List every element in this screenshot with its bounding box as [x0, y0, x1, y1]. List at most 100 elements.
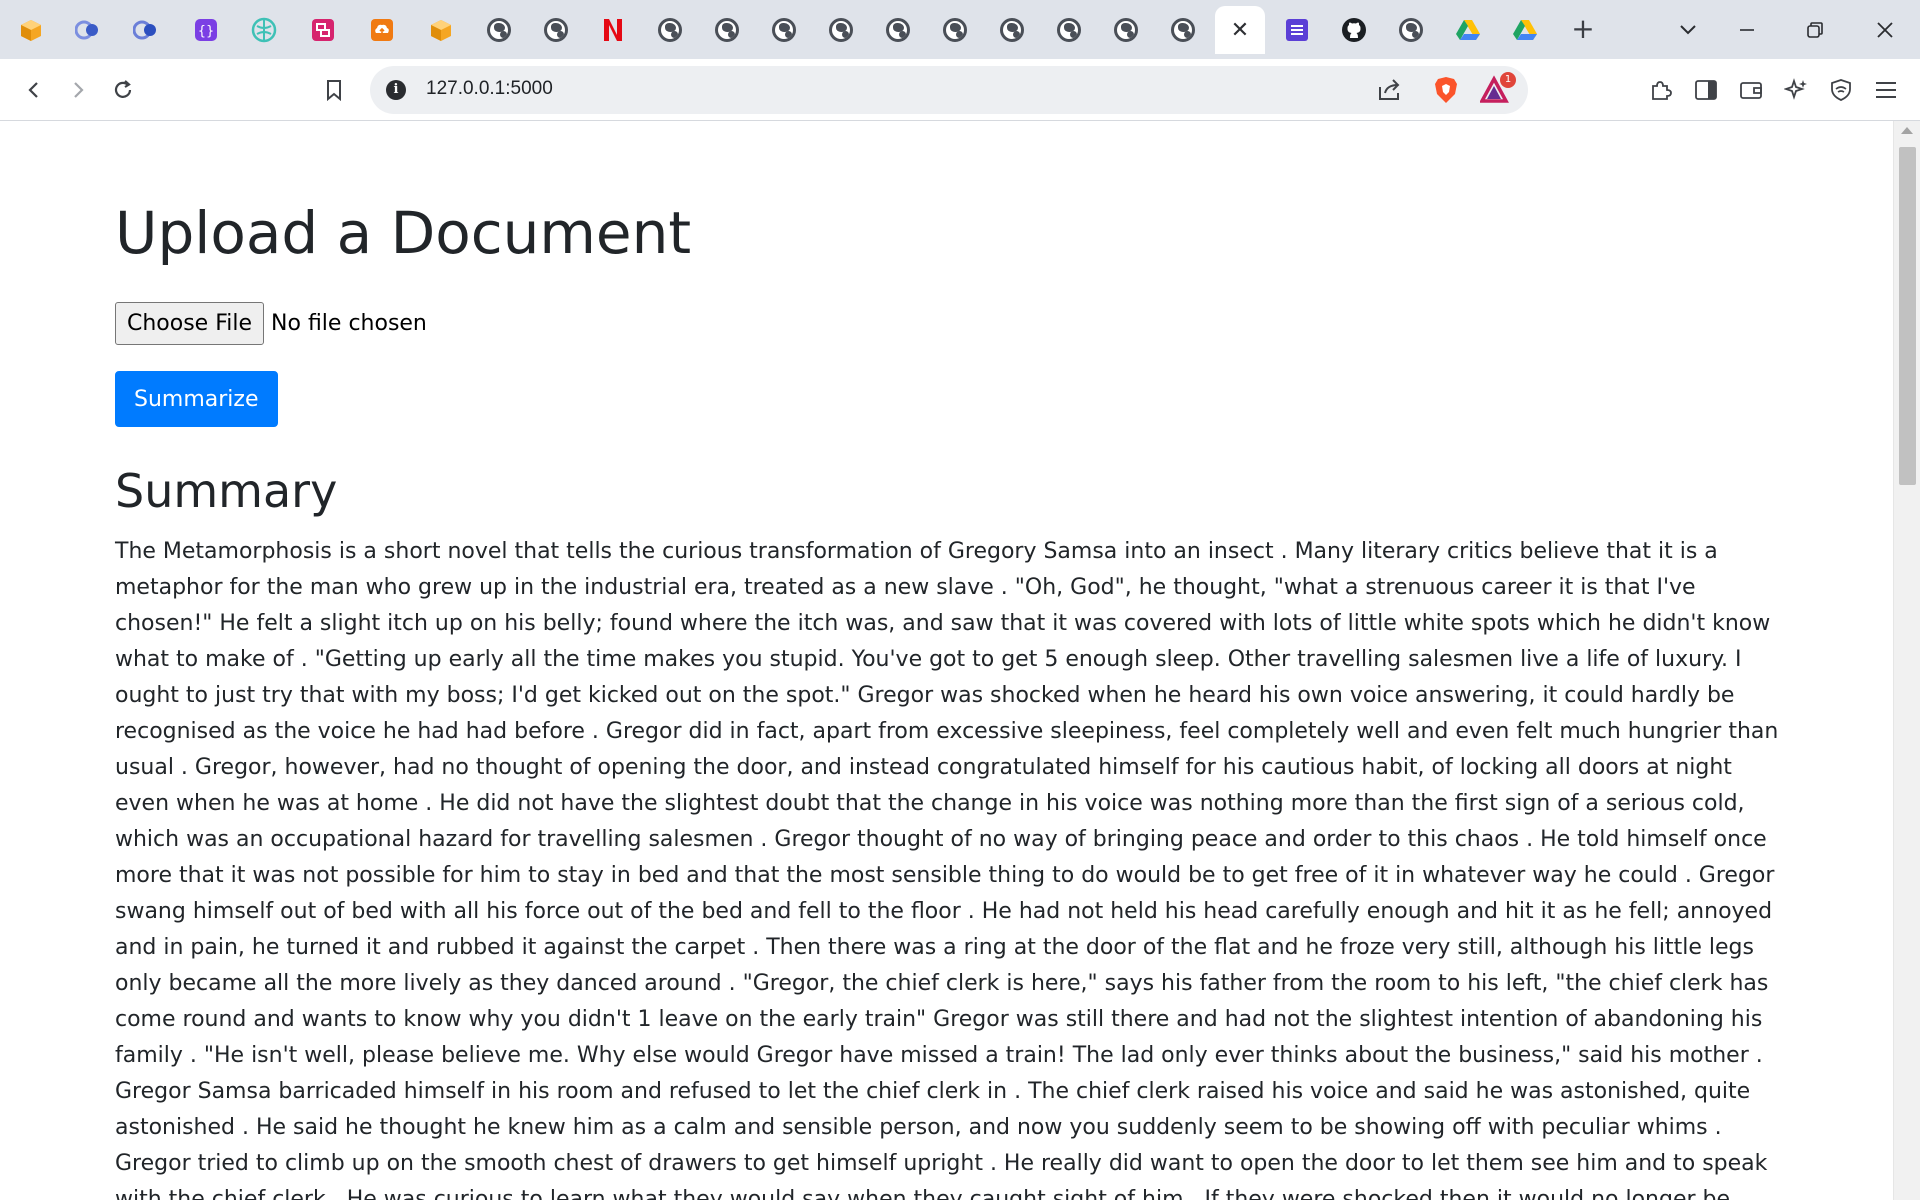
- arrow-left-icon: [28, 82, 38, 98]
- tab-12[interactable]: [645, 6, 695, 54]
- notification-badge: 1: [1500, 72, 1516, 88]
- cube-icon: [21, 20, 41, 41]
- globe-icon: [1000, 18, 1024, 42]
- minimize-button[interactable]: [1727, 12, 1767, 48]
- globe-icon: [715, 18, 739, 42]
- summary-text: The Metamorphosis is a short novel that …: [115, 539, 1779, 1200]
- tab-search-button[interactable]: [1668, 12, 1708, 48]
- tab-1[interactable]: [6, 6, 56, 54]
- wallet-button[interactable]: [1734, 73, 1768, 107]
- tab-25[interactable]: [1386, 6, 1436, 54]
- main-menu-button[interactable]: [1869, 73, 1903, 107]
- tab-27[interactable]: [1500, 6, 1550, 54]
- tab-strip: {} ✕ +: [0, 0, 1920, 59]
- reload-button[interactable]: [106, 73, 140, 107]
- bookmark-button[interactable]: [317, 73, 351, 107]
- back-button[interactable]: [17, 73, 51, 107]
- extensions-button[interactable]: [1644, 73, 1678, 107]
- tab-4[interactable]: {}: [181, 6, 231, 54]
- restore-icon: [1807, 22, 1823, 38]
- globe-icon: [1057, 18, 1081, 42]
- sidebar-toggle-button[interactable]: [1689, 73, 1723, 107]
- tab-2[interactable]: [63, 6, 113, 54]
- tab-19[interactable]: [1044, 6, 1094, 54]
- leo-ai-button[interactable]: [1779, 73, 1813, 107]
- brain-icon: [251, 17, 277, 43]
- tab-9[interactable]: [474, 6, 524, 54]
- file-status-text: No file chosen: [271, 311, 427, 336]
- tab-3[interactable]: [121, 6, 171, 54]
- sparkle-star-icon: [1784, 78, 1807, 100]
- circles-icon: [75, 20, 98, 40]
- wallet-icon: [1740, 82, 1762, 99]
- n-logo-icon: [604, 19, 622, 41]
- globe-icon: [772, 18, 796, 42]
- page-title: Upload a Document: [115, 199, 692, 267]
- scroll-thumb[interactable]: [1899, 147, 1916, 485]
- brave-rewards-button[interactable]: 1: [1479, 72, 1516, 110]
- hamburger-menu-icon: [1876, 82, 1896, 98]
- close-window-button[interactable]: [1865, 12, 1905, 48]
- arrow-right-icon: [74, 82, 84, 98]
- minimize-icon: [1740, 29, 1754, 31]
- address-bar[interactable]: i 127.0.0.1:5000 1: [370, 66, 1528, 114]
- tab-14[interactable]: [759, 6, 809, 54]
- share-button[interactable]: [1377, 78, 1403, 106]
- close-icon: [1877, 22, 1893, 38]
- brave-lion-icon: [1435, 77, 1457, 103]
- shield-icon: [1831, 79, 1851, 101]
- svg-text:{}: {}: [198, 24, 215, 39]
- globe-icon: [1114, 18, 1138, 42]
- globe-icon: [943, 18, 967, 42]
- browser-toolbar: i 127.0.0.1:5000 1: [0, 59, 1920, 121]
- tab-11[interactable]: [588, 6, 638, 54]
- tab-5[interactable]: [239, 6, 289, 54]
- tab-20[interactable]: [1101, 6, 1151, 54]
- scroll-up-arrow-icon[interactable]: [1901, 127, 1913, 134]
- chevron-down-icon: [1680, 25, 1696, 35]
- tab-17[interactable]: [930, 6, 980, 54]
- reload-icon: [114, 80, 132, 98]
- globe-icon: [544, 18, 568, 42]
- bracket-icon: {}: [195, 19, 217, 41]
- globe-icon: [1399, 18, 1423, 42]
- cube-icon: [431, 20, 451, 41]
- bookmark-icon: [327, 80, 341, 101]
- site-info-icon[interactable]: i: [386, 80, 406, 100]
- summarize-button[interactable]: Summarize: [115, 371, 278, 427]
- brave-shields-button[interactable]: [1433, 76, 1459, 108]
- globe-icon: [886, 18, 910, 42]
- sidebar-icon: [1695, 80, 1717, 100]
- summary-heading: Summary: [115, 464, 338, 518]
- tab-24[interactable]: [1329, 6, 1379, 54]
- globe-icon: [658, 18, 682, 42]
- restore-button[interactable]: [1795, 12, 1835, 48]
- tab-6[interactable]: [298, 6, 348, 54]
- tab-18[interactable]: [987, 6, 1037, 54]
- globe-icon: [1171, 18, 1195, 42]
- tab-13[interactable]: [702, 6, 752, 54]
- share-icon: [1379, 79, 1400, 100]
- address-url: 127.0.0.1:5000: [426, 78, 553, 99]
- tab-10[interactable]: [531, 6, 581, 54]
- drive-icon: [1456, 20, 1480, 40]
- vpn-button[interactable]: [1824, 73, 1858, 107]
- page-scrollbar[interactable]: [1893, 121, 1920, 1200]
- puzzle-icon: [1652, 81, 1672, 100]
- app-icon: [312, 19, 334, 41]
- forward-button[interactable]: [61, 73, 95, 107]
- new-tab-button[interactable]: +: [1568, 14, 1598, 44]
- tab-21[interactable]: [1158, 6, 1208, 54]
- close-icon[interactable]: ✕: [1231, 18, 1249, 43]
- choose-file-button[interactable]: Choose File: [115, 302, 265, 345]
- tab-23[interactable]: [1272, 6, 1322, 54]
- tab-26[interactable]: [1443, 6, 1493, 54]
- tab-16[interactable]: [873, 6, 923, 54]
- globe-icon: [487, 18, 511, 42]
- tab-7[interactable]: [357, 6, 407, 54]
- cloud-upload-icon: [371, 19, 393, 41]
- tab-15[interactable]: [816, 6, 866, 54]
- tab-8[interactable]: [416, 6, 466, 54]
- drive-icon: [1513, 20, 1537, 40]
- tab-active[interactable]: ✕: [1215, 6, 1265, 54]
